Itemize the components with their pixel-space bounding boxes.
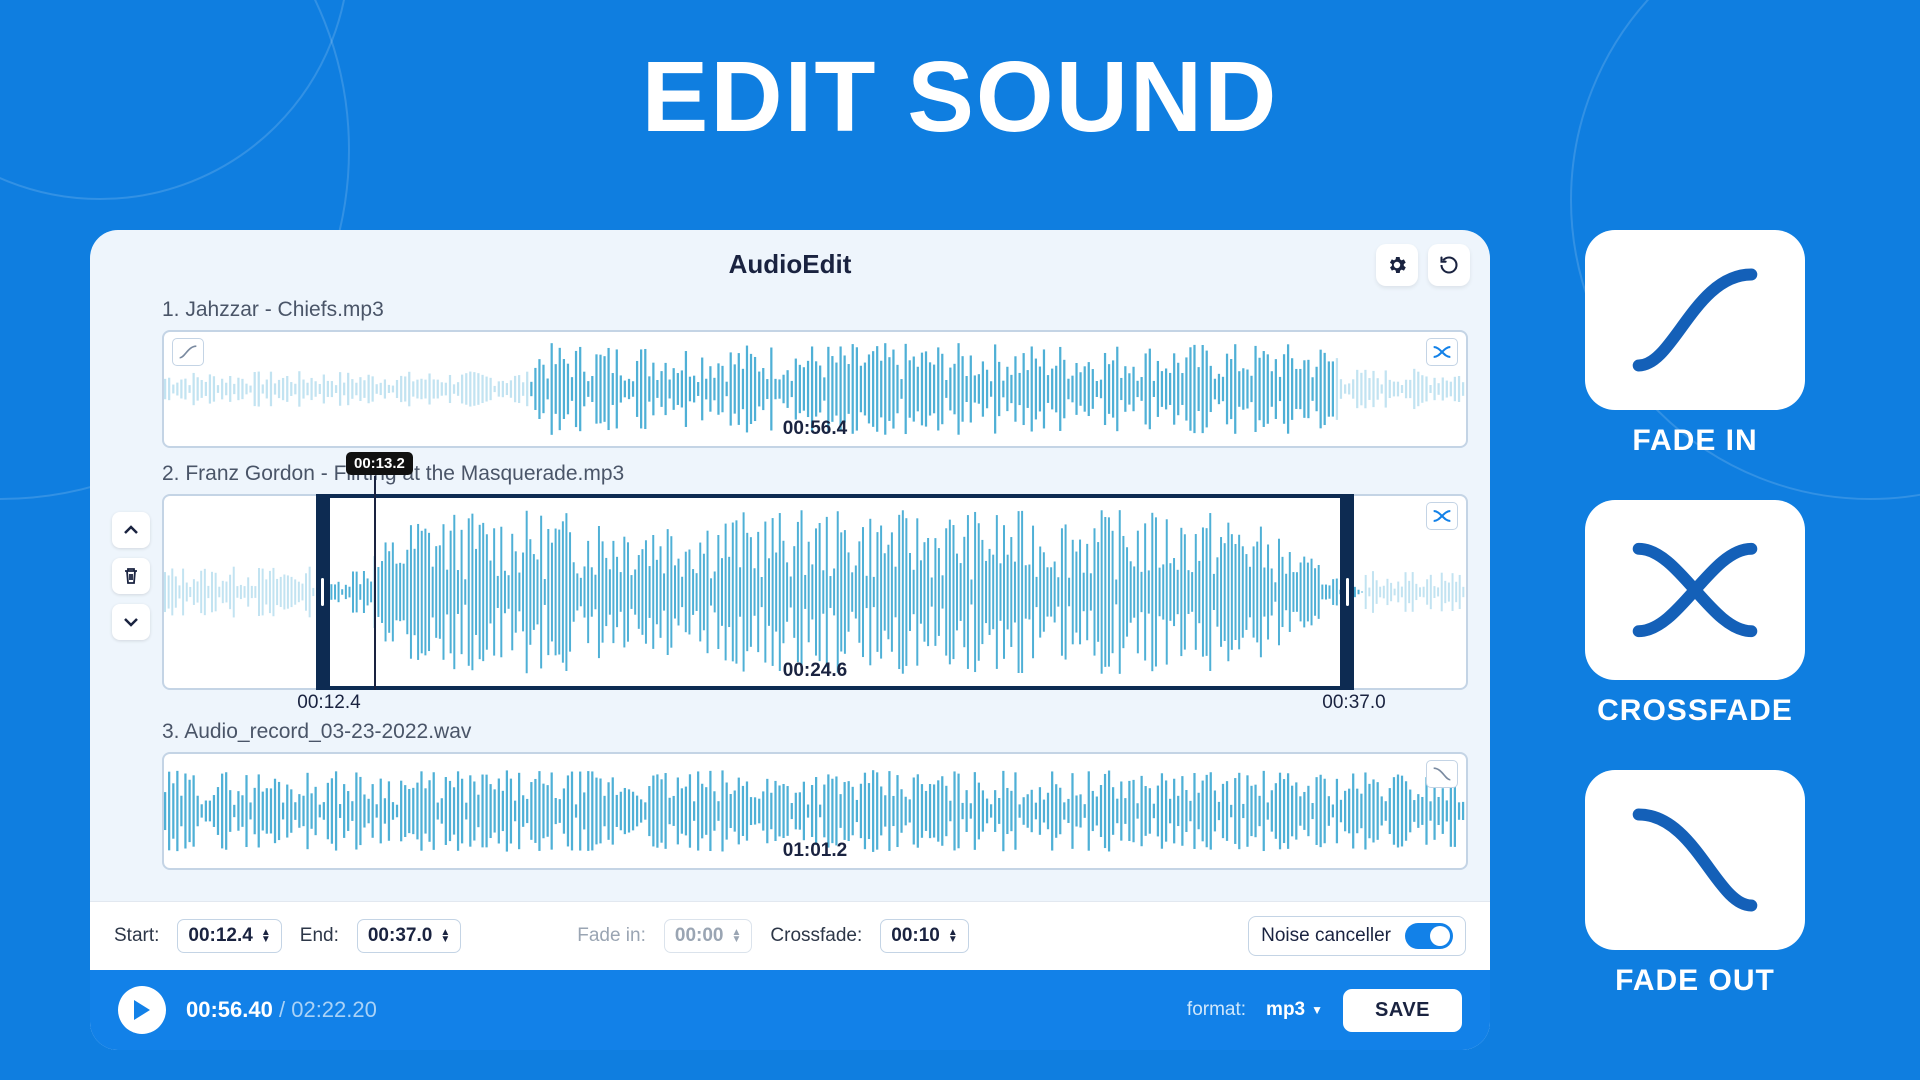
tracks-list: 1. Jahzzar - Chiefs.mp3 00:56.4 2. Franz…	[90, 298, 1490, 901]
delete-button[interactable]	[112, 558, 150, 594]
fadein-label: Fade in:	[577, 925, 646, 947]
crossfade-value: 00:10	[891, 925, 940, 947]
save-button[interactable]: SAVE	[1343, 989, 1462, 1032]
selection-handle-left[interactable]	[321, 578, 324, 606]
track-title: 2. Franz Gordon - Flirting at the Masque…	[112, 462, 1468, 486]
move-down-button[interactable]	[112, 604, 150, 640]
selection-handle-right[interactable]	[1346, 578, 1349, 606]
noise-label: Noise canceller	[1261, 925, 1391, 947]
track-title: 1. Jahzzar - Chiefs.mp3	[112, 298, 1468, 322]
fade-in-badge[interactable]	[172, 338, 204, 366]
stepper-arrows-icon[interactable]: ▲▼	[440, 929, 450, 943]
move-up-button[interactable]	[112, 512, 150, 548]
app-title: AudioEdit	[729, 249, 852, 280]
crossfade-tile	[1585, 500, 1805, 680]
start-label: Start:	[114, 925, 159, 947]
playbar: 00:56.40 / 02:22.20 format: mp3 ▼ SAVE	[90, 970, 1490, 1050]
crossfade-icon	[1630, 535, 1760, 645]
fade-in-icon	[1630, 265, 1760, 375]
feature-fade-out: FADE OUT	[1580, 770, 1810, 998]
settings-button[interactable]	[1376, 244, 1418, 286]
format-value: mp3	[1266, 999, 1305, 1021]
stepper-arrows-icon[interactable]: ▲▼	[948, 929, 958, 943]
feature-fade-in: FADE IN	[1580, 230, 1810, 458]
track: 3. Audio_record_03-23-2022.wav 01:01.2	[112, 720, 1468, 870]
track-waveform[interactable]: 00:13.2 00:12.4 00:37.0 00:24.6	[162, 494, 1468, 690]
track-duration: 01:01.2	[164, 840, 1466, 862]
crossfade-badge[interactable]	[1426, 338, 1458, 366]
play-button[interactable]	[118, 986, 166, 1034]
fade-in-tile	[1585, 230, 1805, 410]
gear-icon	[1386, 254, 1408, 276]
dropdown-icon: ▼	[1311, 1003, 1323, 1017]
track: 1. Jahzzar - Chiefs.mp3 00:56.4	[112, 298, 1468, 448]
hero-title: EDIT SOUND	[0, 40, 1920, 155]
track-title: 3. Audio_record_03-23-2022.wav	[112, 720, 1468, 744]
noise-canceller-control: Noise canceller	[1248, 916, 1466, 956]
feature-label: FADE IN	[1580, 424, 1810, 458]
play-icon	[132, 999, 152, 1021]
crossfade-badge[interactable]	[1426, 502, 1458, 530]
noise-toggle[interactable]	[1405, 923, 1453, 949]
track-duration: 00:56.4	[164, 418, 1466, 440]
playhead-time: 00:13.2	[346, 452, 413, 475]
track: 2. Franz Gordon - Flirting at the Masque…	[112, 462, 1468, 690]
feature-label: CROSSFADE	[1580, 694, 1810, 728]
track-waveform[interactable]: 01:01.2	[162, 752, 1468, 870]
controls-bar: Start: 00:12.4 ▲▼ End: 00:37.0 ▲▼ Fade i…	[90, 901, 1490, 970]
fadein-value: 00:00	[675, 925, 724, 947]
playhead[interactable]: 00:13.2	[374, 476, 376, 690]
chevron-up-icon	[123, 523, 139, 537]
crossfade-stepper[interactable]: 00:10 ▲▼	[880, 919, 969, 953]
fade-out-icon	[1630, 805, 1760, 915]
feature-list: FADE IN CROSSFADE FADE OUT	[1580, 230, 1810, 998]
track-duration: 00:24.6	[164, 660, 1466, 682]
chevron-down-icon	[123, 615, 139, 629]
fade-out-tile	[1585, 770, 1805, 950]
format-select[interactable]: mp3 ▼	[1266, 999, 1323, 1021]
trash-icon	[123, 567, 139, 585]
feature-label: FADE OUT	[1580, 964, 1810, 998]
total-time: 02:22.20	[291, 997, 377, 1022]
play-time: 00:56.40 / 02:22.20	[186, 997, 377, 1023]
stepper-arrows-icon[interactable]: ▲▼	[731, 929, 741, 943]
format-label: format:	[1187, 999, 1246, 1021]
undo-icon	[1439, 255, 1459, 275]
undo-button[interactable]	[1428, 244, 1470, 286]
fade-out-badge[interactable]	[1426, 760, 1458, 788]
fadein-stepper[interactable]: 00:00 ▲▼	[664, 919, 753, 953]
end-stepper[interactable]: 00:37.0 ▲▼	[357, 919, 461, 953]
start-value: 00:12.4	[188, 925, 252, 947]
end-label: End:	[300, 925, 339, 947]
toggle-knob	[1430, 926, 1450, 946]
app-window: AudioEdit 1. Jahzzar - Chiefs.mp3 00:5	[90, 230, 1490, 1050]
track-waveform[interactable]: 00:56.4	[162, 330, 1468, 448]
selection-end-label: 00:37.0	[1322, 692, 1385, 714]
selection-start-label: 00:12.4	[297, 692, 360, 714]
feature-crossfade: CROSSFADE	[1580, 500, 1810, 728]
stepper-arrows-icon[interactable]: ▲▼	[261, 929, 271, 943]
app-header: AudioEdit	[90, 230, 1490, 298]
crossfade-label: Crossfade:	[770, 925, 862, 947]
current-time: 00:56.40	[186, 997, 273, 1022]
end-value: 00:37.0	[368, 925, 432, 947]
start-stepper[interactable]: 00:12.4 ▲▼	[177, 919, 281, 953]
